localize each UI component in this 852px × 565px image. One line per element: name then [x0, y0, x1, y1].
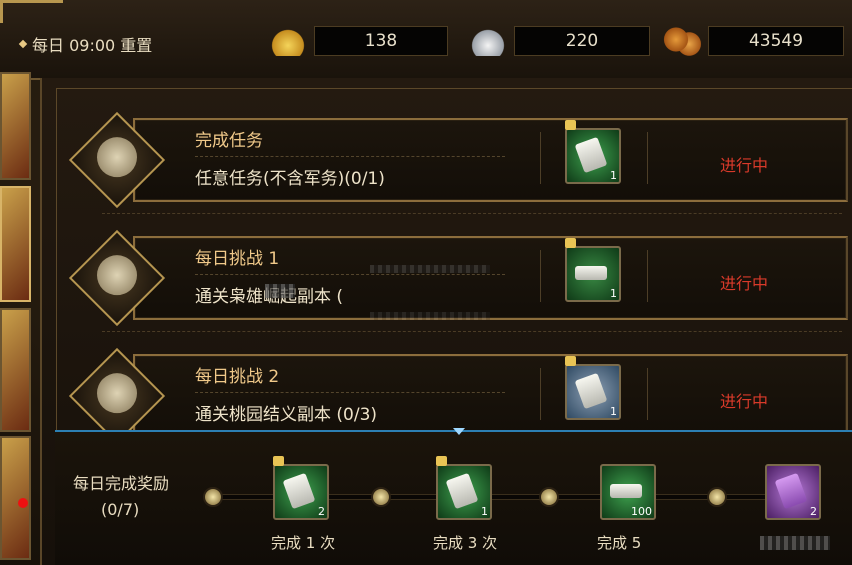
reward-item[interactable]: 1: [565, 120, 621, 184]
lock-icon: [436, 456, 447, 466]
lock-icon: [565, 356, 576, 366]
task-row: 完成任务 任意任务(不含军务)(0/1) 1 进行中: [55, 111, 852, 209]
divider: [195, 392, 505, 393]
track-node: [371, 487, 391, 507]
diamond-icon: [18, 39, 28, 49]
coin-currency: 43549: [662, 26, 844, 56]
silver-ingot-icon: [468, 26, 508, 56]
blurred-region: [370, 312, 490, 320]
reward-progress: (0/7): [101, 500, 140, 519]
task-status: 进行中: [720, 156, 769, 175]
task-desc: 任意任务(不含军务)(0/1): [195, 169, 385, 189]
side-tab-2[interactable]: [0, 186, 31, 302]
lock-icon: [273, 456, 284, 466]
item-count: 1: [481, 505, 488, 518]
reward-label: 每日完成奖励: [73, 474, 170, 493]
notification-dot: [18, 498, 28, 508]
scroll-icon: [282, 472, 316, 510]
task-status: 进行中: [720, 392, 769, 411]
silver-ingot-icon: [610, 484, 642, 498]
task-title: 每日挑战 2: [195, 367, 280, 387]
divider: [540, 132, 541, 184]
daily-reward-panel: 每日完成奖励 (0/7) 2 完成 1 次 1 完成 3 次 100 完成 5 …: [55, 428, 852, 565]
gold-value: 138: [314, 26, 448, 56]
item-count: 1: [610, 405, 617, 418]
divider: [647, 132, 648, 184]
item-count: 1: [610, 287, 617, 300]
row-separator: [102, 213, 842, 214]
lock-icon: [565, 238, 576, 248]
scroll-icon: [574, 136, 608, 174]
copper-coins-icon: [662, 26, 702, 56]
blade-icon: [97, 373, 137, 414]
divider: [195, 156, 505, 157]
item-count: 2: [318, 505, 325, 518]
item-count: 1: [610, 169, 617, 182]
item-count: 100: [631, 505, 652, 518]
tier-label: 完成 3 次: [433, 534, 498, 552]
frame-corner: [0, 0, 63, 23]
cloth-icon: [774, 472, 808, 510]
blurred-region: [370, 265, 490, 273]
reset-text: 每日 09:00 重置: [32, 36, 153, 55]
pointer-icon: [453, 428, 465, 435]
scroll-icon: [574, 372, 608, 410]
reward-item[interactable]: 1: [565, 356, 621, 420]
scroll-icon: [97, 137, 137, 178]
reward-tier-item[interactable]: 2: [273, 456, 329, 520]
divider: [540, 368, 541, 420]
blurred-text: [760, 536, 830, 550]
reward-item[interactable]: 1: [565, 238, 621, 302]
task-row: 每日挑战 1 通关枭雄崛起副本 ( 1 进行中: [55, 229, 852, 327]
side-tab-1[interactable]: [0, 72, 31, 180]
row-separator: [102, 331, 842, 332]
tier-label: 完成 1 次: [271, 534, 336, 552]
divider: [540, 250, 541, 302]
gold-currency: 138: [268, 26, 448, 56]
task-desc: 通关桃园结义副本 (0/3): [195, 405, 378, 425]
silver-value: 220: [514, 26, 650, 56]
daily-task-screen: 每日 09:00 重置 138 220 43549 完成任务 任意任务(不含军务…: [0, 0, 852, 565]
ingot-icon: [575, 266, 607, 280]
blade-icon: [97, 255, 137, 296]
tier-label: 完成 5: [597, 534, 642, 552]
silver-currency: 220: [468, 26, 650, 56]
divider: [647, 250, 648, 302]
blurred-text: [265, 284, 295, 298]
reward-tier-item[interactable]: 1: [436, 456, 492, 520]
side-tab-strip: [0, 68, 34, 565]
top-bar: 每日 09:00 重置 138 220 43549: [0, 0, 852, 80]
track-node: [707, 487, 727, 507]
track-node: [539, 487, 559, 507]
side-tab-4[interactable]: [0, 436, 31, 560]
reset-info: 每日 09:00 重置: [18, 32, 153, 56]
divider: [647, 368, 648, 420]
gold-ingot-icon: [268, 26, 308, 56]
task-title: 完成任务: [195, 131, 263, 151]
task-status: 进行中: [720, 274, 769, 293]
scroll-icon: [445, 472, 479, 510]
divider: [195, 274, 505, 275]
track-node: [203, 487, 223, 507]
task-title: 每日挑战 1: [195, 249, 280, 269]
reward-tier-item[interactable]: 100: [600, 464, 656, 520]
side-tab-3[interactable]: [0, 308, 31, 432]
reward-tier-item[interactable]: 2: [765, 464, 821, 520]
coin-value: 43549: [708, 26, 844, 56]
lock-icon: [565, 120, 576, 130]
item-count: 2: [810, 505, 817, 518]
